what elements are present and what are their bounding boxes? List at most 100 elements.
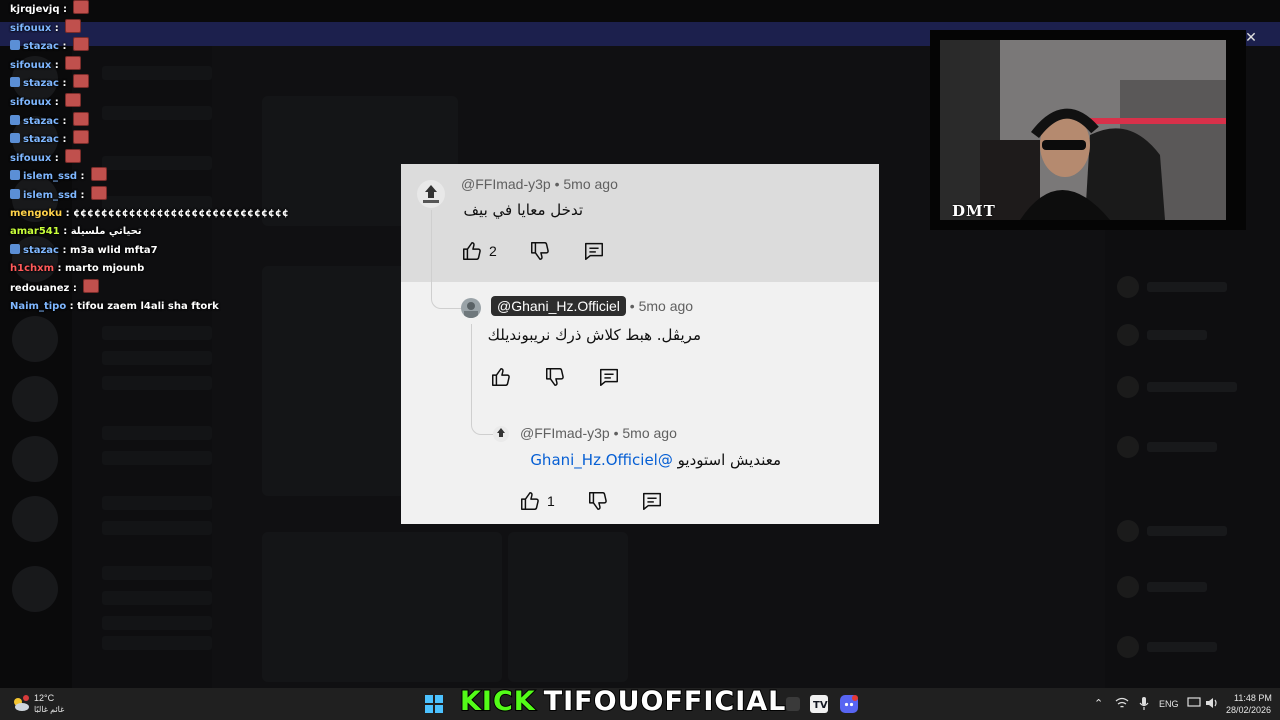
comment-meta: @FFImad-y3p • 5mo ago	[461, 176, 618, 192]
like-button[interactable]	[490, 366, 512, 388]
chat-separator: :	[59, 226, 71, 238]
chat-username[interactable]: kjrqjevjq	[10, 4, 59, 15]
chat-username[interactable]: stazac	[23, 134, 59, 145]
chat-message: stazac :	[10, 74, 89, 92]
chevron-up-icon[interactable]: ⌃	[1094, 697, 1103, 710]
channel-item[interactable]	[102, 66, 212, 80]
comment-text: مريڨل. هبط كلاش ذرك نريبونديلك	[487, 326, 701, 344]
chat-message: stazac :	[10, 111, 89, 130]
chat-username[interactable]: sifouux	[10, 60, 51, 71]
chat-message: sifouux :	[10, 93, 82, 111]
comment-meta: @Ghani_Hz.Officiel • 5mo ago	[491, 296, 693, 316]
like-button[interactable]: 2	[461, 240, 497, 262]
chat-message: mengoku : ¢¢¢¢¢¢¢¢¢¢¢¢¢¢¢¢¢¢¢¢¢¢¢¢¢¢¢¢¢¢…	[10, 205, 289, 223]
chat-username[interactable]: stazac	[23, 116, 59, 127]
dislike-button[interactable]	[544, 366, 566, 388]
emote-icon	[91, 167, 108, 182]
chat-username[interactable]: stazac	[23, 245, 59, 256]
close-icon[interactable]: ✕	[1243, 30, 1259, 46]
chat-username[interactable]: islem_ssd	[23, 190, 77, 201]
discord-titlebar	[0, 0, 1280, 22]
discord-icon[interactable]	[840, 695, 858, 713]
chat-separator: :	[58, 115, 70, 127]
comment-author[interactable]: @FFImad-y3p	[520, 425, 610, 441]
app-icon[interactable]	[784, 695, 802, 713]
clock-date[interactable]: 28/02/2026	[1226, 705, 1271, 715]
avatar[interactable]	[417, 180, 445, 208]
member-name	[1147, 382, 1237, 392]
message-image[interactable]	[262, 532, 502, 682]
chat-username[interactable]: Naim_tipo	[10, 301, 66, 312]
chat-text: marto mjounb	[64, 263, 145, 275]
chat-username[interactable]: islem_ssd	[23, 171, 77, 182]
chat-username[interactable]: redouanez	[10, 283, 69, 294]
channel-item[interactable]	[102, 106, 212, 120]
avatar[interactable]	[1117, 636, 1139, 658]
avatar[interactable]	[461, 298, 481, 318]
channel-item[interactable]	[102, 351, 212, 365]
subscriber-badge-icon	[10, 189, 20, 199]
avatar[interactable]	[1117, 520, 1139, 542]
language-indicator[interactable]: ENG	[1159, 699, 1179, 709]
avatar[interactable]	[1117, 436, 1139, 458]
chat-username[interactable]: sifouux	[10, 23, 51, 34]
channel-item[interactable]	[102, 156, 212, 170]
server-icon[interactable]	[12, 496, 58, 542]
windows-start-icon[interactable]	[425, 695, 443, 713]
avatar[interactable]	[1117, 324, 1139, 346]
subscriber-badge-icon	[10, 243, 20, 254]
avatar[interactable]	[1117, 576, 1139, 598]
chat-username[interactable]: h1chxm	[10, 263, 54, 274]
server-icon[interactable]	[12, 566, 58, 612]
mention-link[interactable]: @Ghani_Hz.Officiel	[530, 451, 673, 469]
channel-item[interactable]	[102, 496, 212, 510]
weather-icon[interactable]	[10, 694, 29, 712]
channel-item[interactable]	[102, 566, 212, 580]
reply-button[interactable]	[641, 490, 663, 512]
server-icon[interactable]	[12, 316, 58, 362]
chat-username[interactable]: amar541	[10, 226, 60, 237]
thumbs-up-icon	[521, 492, 539, 510]
channel-item[interactable]	[102, 616, 212, 630]
chat-username[interactable]: mengoku	[10, 208, 62, 219]
tradingview-icon[interactable]: TV	[810, 695, 828, 713]
display-icon[interactable]	[1186, 695, 1204, 713]
channel-item[interactable]	[102, 521, 212, 535]
member-name	[1147, 582, 1207, 592]
chat-separator: :	[54, 263, 65, 275]
message-image[interactable]	[508, 532, 628, 682]
clock-time[interactable]: 11:48 PM	[1234, 693, 1272, 703]
comment-text: معنديش استوديو @Ghani_Hz.Officiel	[530, 451, 781, 469]
chat-username[interactable]: stazac	[23, 78, 59, 89]
avatar[interactable]	[493, 426, 509, 442]
server-icon[interactable]	[12, 376, 58, 422]
chat-message: Naim_tipo : tifou zaem l4ali sha ftork	[10, 298, 219, 316]
like-button[interactable]: 1	[519, 490, 555, 512]
reply-button[interactable]	[598, 366, 620, 388]
dislike-button[interactable]	[529, 240, 551, 262]
avatar[interactable]	[1117, 376, 1139, 398]
volume-icon[interactable]	[1204, 695, 1222, 713]
chat-username[interactable]: stazac	[23, 41, 59, 52]
chat-username[interactable]: sifouux	[10, 97, 51, 108]
network-icon[interactable]	[1114, 695, 1132, 713]
thread-connector	[431, 210, 462, 309]
dislike-button[interactable]	[587, 490, 609, 512]
webcam-video: DMT	[940, 40, 1226, 220]
channel-item[interactable]	[102, 636, 212, 650]
comment-author[interactable]: @FFImad-y3p	[461, 176, 551, 192]
microphone-icon[interactable]	[1136, 695, 1154, 713]
server-icon[interactable]	[12, 436, 58, 482]
channel-item[interactable]	[102, 591, 212, 605]
channel-item[interactable]	[102, 376, 212, 390]
chat-message: amar541 : تحياتي ملسيلة	[10, 223, 142, 241]
emote-icon	[65, 148, 82, 163]
avatar[interactable]	[1117, 276, 1139, 298]
channel-item[interactable]	[102, 326, 212, 340]
chat-username[interactable]: sifouux	[10, 153, 51, 164]
reply-button[interactable]	[583, 240, 605, 262]
channel-item[interactable]	[102, 451, 212, 465]
comment-actions: 2	[461, 240, 637, 262]
channel-item[interactable]	[102, 426, 212, 440]
comment-author-chip[interactable]: @Ghani_Hz.Officiel	[491, 296, 626, 316]
